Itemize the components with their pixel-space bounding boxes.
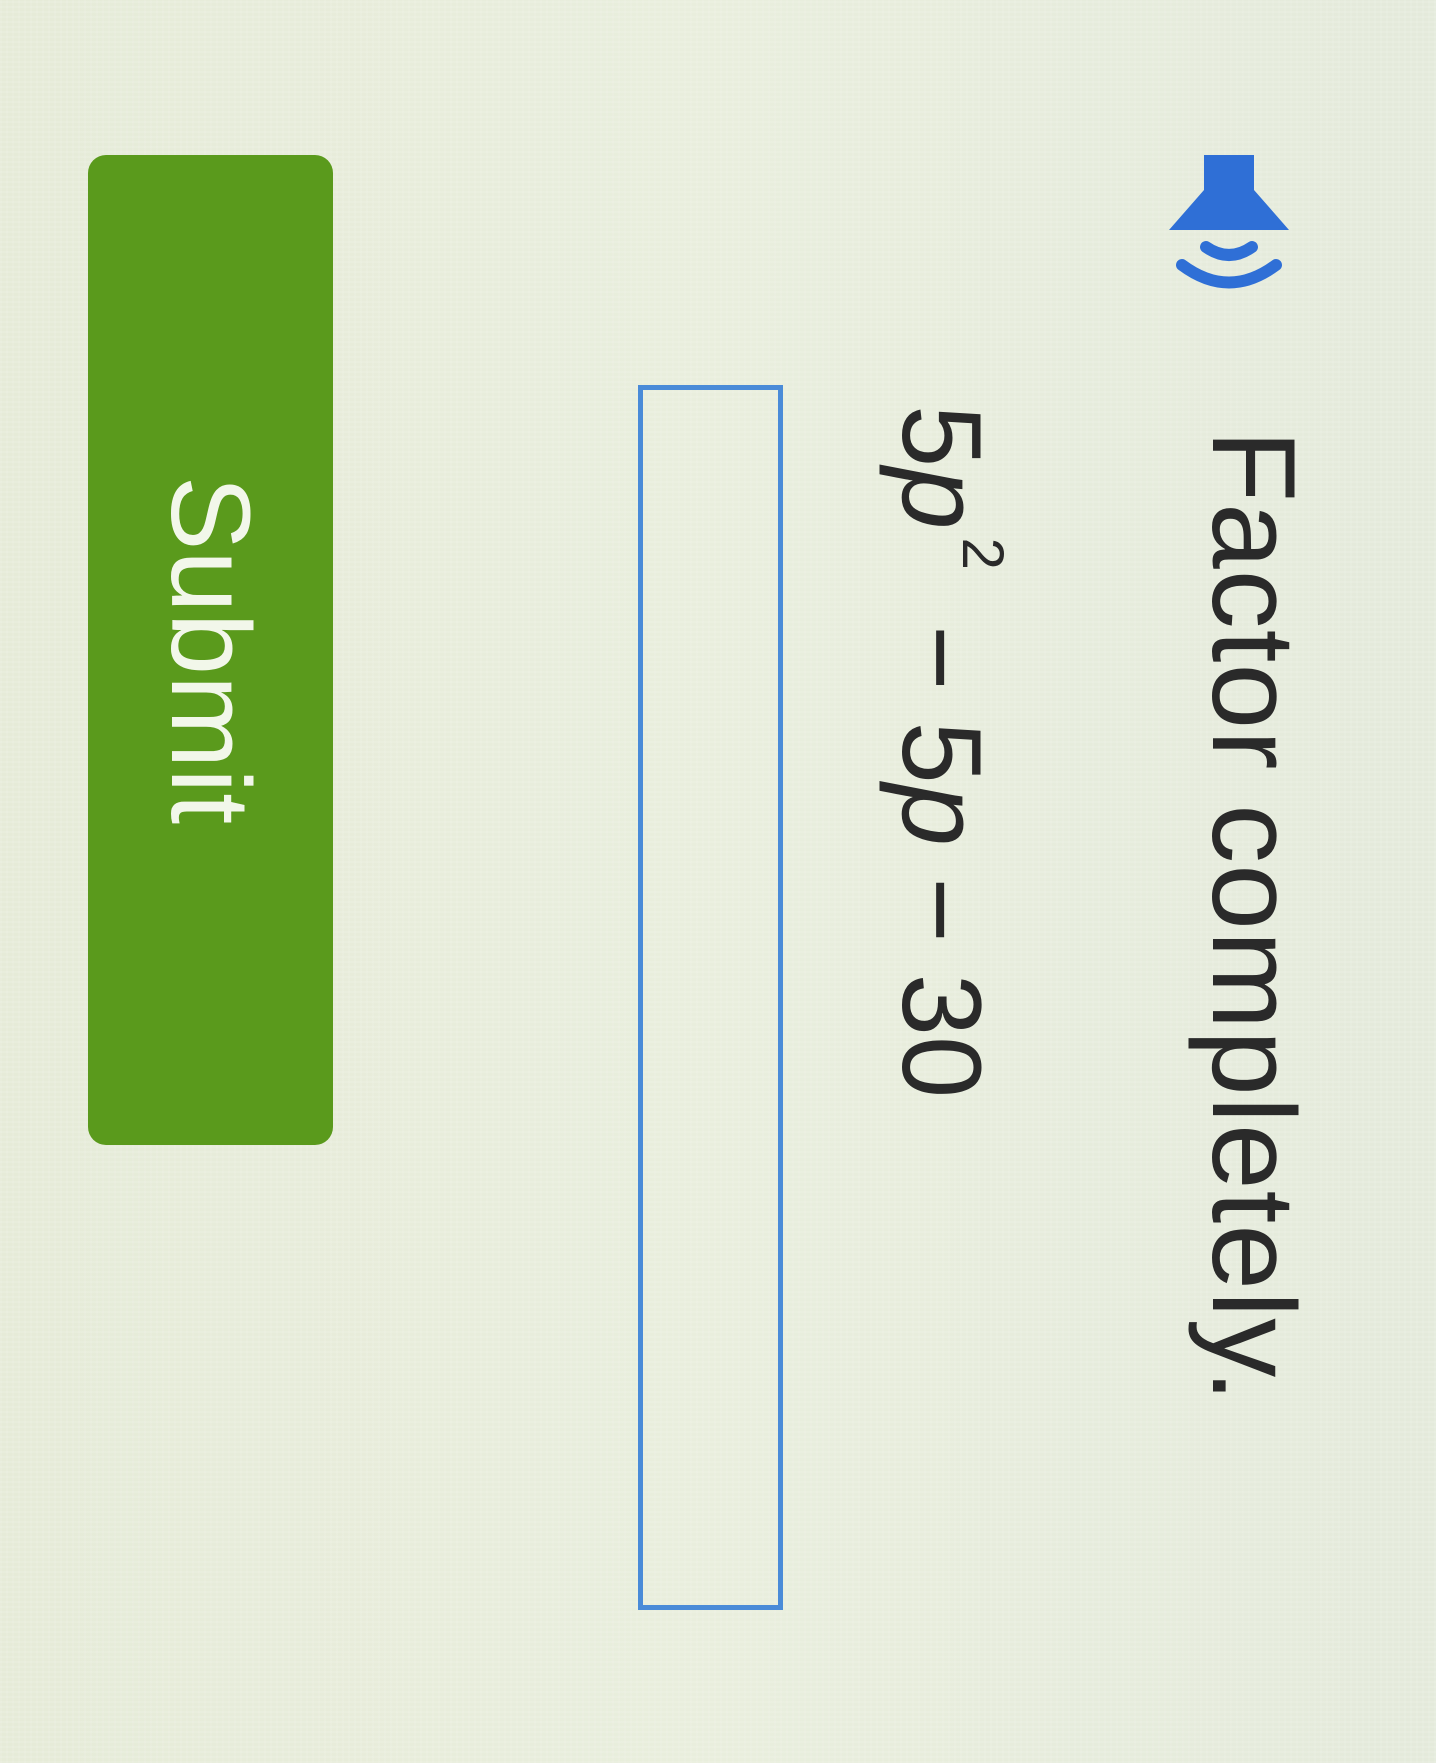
submit-button[interactable]: Submit [88,155,333,1145]
question-panel: Factor completely. 5p2 − 5p − 30 Submit [0,0,1436,1763]
screen-photo: Factor completely. 5p2 − 5p − 30 Submit [0,0,1436,1763]
variable: p [879,783,1004,847]
coefficient: 5 [879,721,1004,784]
exponent: 2 [950,537,1016,570]
question-prompt: Factor completely. [1187,430,1319,1404]
speaker-icon[interactable] [1154,135,1304,315]
answer-input[interactable] [638,385,783,1610]
operator: − [879,846,1004,974]
coefficient: 5 [879,405,1004,468]
constant: 30 [879,973,1004,1099]
variable: p [879,467,1004,530]
math-expression: 5p2 − 5p − 30 [877,405,1015,1099]
operator: − [879,593,1004,722]
